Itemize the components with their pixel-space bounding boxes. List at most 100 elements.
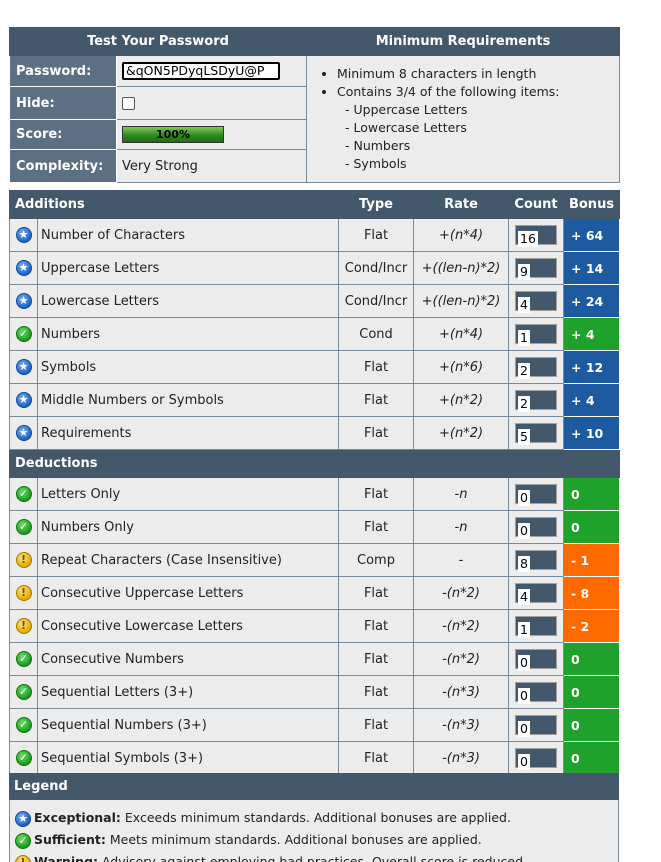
row-name: Consecutive Numbers — [36, 642, 340, 676]
sufficient-icon: ✓ — [15, 684, 32, 700]
legend: Legend ★ Exceptional: Exceeds minimum sta… — [9, 773, 619, 862]
count-value: 0 — [518, 721, 530, 737]
legend-term: Exceptional: — [34, 810, 121, 825]
count-field: 5 — [515, 423, 558, 445]
requirements-box: Minimum 8 characters in length Contains … — [306, 55, 620, 183]
score-label: Score: — [9, 119, 117, 150]
type-header: Type — [338, 190, 415, 219]
row-name: Consecutive Uppercase Letters — [36, 576, 340, 610]
count-value: 4 — [518, 589, 530, 605]
row-icon-cell: ★ — [9, 251, 38, 285]
legend-item: ✓ Sufficient: Meets minimum standards. Ad… — [15, 829, 618, 851]
count-field: 4 — [515, 583, 558, 605]
warning-icon: ! — [15, 854, 31, 862]
count-value: 5 — [518, 429, 530, 445]
row-icon-cell: ✓ — [9, 708, 38, 742]
sufficient-icon: ✓ — [15, 486, 32, 502]
score-cell: 100% — [116, 119, 307, 150]
row-count-cell: 2 — [508, 350, 565, 384]
row-name: Sequential Letters (3+) — [36, 675, 340, 709]
count-field: 16 — [515, 225, 558, 247]
hide-cell — [116, 86, 307, 120]
legend-body: ★ Exceptional: Exceeds minimum standards.… — [9, 800, 619, 862]
row-count-cell: 16 — [508, 218, 565, 252]
sufficient-icon: ✓ — [15, 651, 32, 667]
row-type: Flat — [338, 350, 415, 384]
row-bonus: + 64 — [563, 218, 621, 252]
row-count-cell: 4 — [508, 284, 565, 318]
row-type: Cond — [338, 317, 415, 351]
row-rate: +((len-n)*2) — [413, 251, 510, 285]
legend-description: Advisory against employing bad practices… — [101, 854, 527, 862]
row-rate: -n — [413, 477, 510, 511]
additions-header: Additions — [8, 190, 340, 219]
row-bonus: - 8 — [563, 576, 621, 610]
addition-row: ★ Middle Numbers or Symbols Flat +(n*2) 2 + 4 — [9, 383, 621, 417]
count-value: 8 — [518, 556, 530, 572]
deduction-row: ! Consecutive Uppercase Letters Flat -(n*2)… — [9, 576, 621, 610]
summary-table: Test Your Password Minimum Requirements … — [9, 27, 620, 183]
row-rate: +((len-n)*2) — [413, 284, 510, 318]
row-bonus: 0 — [563, 510, 621, 544]
sufficient-icon: ✓ — [15, 750, 32, 766]
deduction-row: ✓ Sequential Letters (3+) Flat -(n*3) 0 0 — [9, 675, 621, 709]
row-rate: -(n*2) — [413, 609, 510, 643]
bonus-header: Bonus — [563, 190, 621, 219]
row-rate: +(n*4) — [413, 317, 510, 351]
count-value: 4 — [518, 297, 530, 313]
row-type: Flat — [338, 741, 415, 775]
row-bonus: + 10 — [563, 416, 621, 450]
complexity-label: Complexity: — [9, 149, 117, 183]
exceptional-icon: ★ — [15, 227, 32, 243]
addition-row: ✓ Numbers Cond +(n*4) 1 + 4 — [9, 317, 621, 351]
warning-icon: ! — [15, 552, 32, 568]
row-icon-cell: ✓ — [9, 477, 38, 511]
requirement-subitem: - Symbols — [345, 156, 407, 171]
row-icon-cell: ! — [9, 543, 38, 577]
row-bonus: - 1 — [563, 543, 621, 577]
exceptional-icon: ★ — [15, 810, 31, 827]
password-cell: &qON5PDyqLSDyU@P — [116, 55, 307, 87]
row-bonus: 0 — [563, 642, 621, 676]
row-icon-cell: ★ — [9, 284, 38, 318]
hide-label: Hide: — [9, 86, 117, 120]
hide-checkbox[interactable] — [122, 96, 135, 110]
sufficient-icon: ✓ — [15, 519, 32, 535]
row-icon-cell: ★ — [9, 218, 38, 252]
row-bonus: + 12 — [563, 350, 621, 384]
row-type: Flat — [338, 477, 415, 511]
requirement-item: Contains 3/4 of the following items: - U… — [337, 83, 619, 173]
row-count-cell: 0 — [508, 708, 565, 742]
exceptional-icon: ★ — [15, 260, 32, 276]
addition-row: ★ Lowercase Letters Cond/Incr +((len-n)*2) 4… — [9, 284, 621, 318]
row-count-cell: 8 — [508, 543, 565, 577]
row-rate: - — [413, 543, 510, 577]
deduction-row: ✓ Consecutive Numbers Flat -(n*2) 0 0 — [9, 642, 621, 676]
deductions-header: Deductions — [8, 449, 621, 478]
legend-item: ! Warning: Advisory against employing bad… — [15, 851, 618, 862]
addition-row: ★ Uppercase Letters Cond/Incr +((len-n)*2) 9… — [9, 251, 621, 285]
deduction-row: ✓ Letters Only Flat -n 0 0 — [9, 477, 621, 511]
addition-row: ★ Number of Characters Flat +(n*4) 16 + 64 — [9, 218, 621, 252]
row-count-cell: 4 — [508, 576, 565, 610]
row-rate: -(n*2) — [413, 576, 510, 610]
row-type: Flat — [338, 576, 415, 610]
row-count-cell: 2 — [508, 383, 565, 417]
requirement-item: Minimum 8 characters in length — [337, 65, 619, 83]
count-field: 0 — [515, 682, 558, 704]
requirement-subitem: - Numbers — [345, 138, 411, 153]
sufficient-icon: ✓ — [15, 717, 32, 733]
row-bonus: 0 — [563, 741, 621, 775]
row-rate: -n — [413, 510, 510, 544]
requirement-sublist: - Uppercase Letters - Lowercase Letters … — [337, 101, 619, 173]
row-bonus: + 4 — [563, 317, 621, 351]
row-icon-cell: ★ — [9, 350, 38, 384]
row-icon-cell: ! — [9, 609, 38, 643]
row-rate: -(n*2) — [413, 642, 510, 676]
row-type: Flat — [338, 708, 415, 742]
row-icon-cell: ! — [9, 576, 38, 610]
row-name: Symbols — [36, 350, 340, 384]
count-field: 1 — [515, 616, 558, 638]
password-input[interactable]: &qON5PDyqLSDyU@P — [122, 62, 280, 80]
row-name: Requirements — [36, 416, 340, 450]
